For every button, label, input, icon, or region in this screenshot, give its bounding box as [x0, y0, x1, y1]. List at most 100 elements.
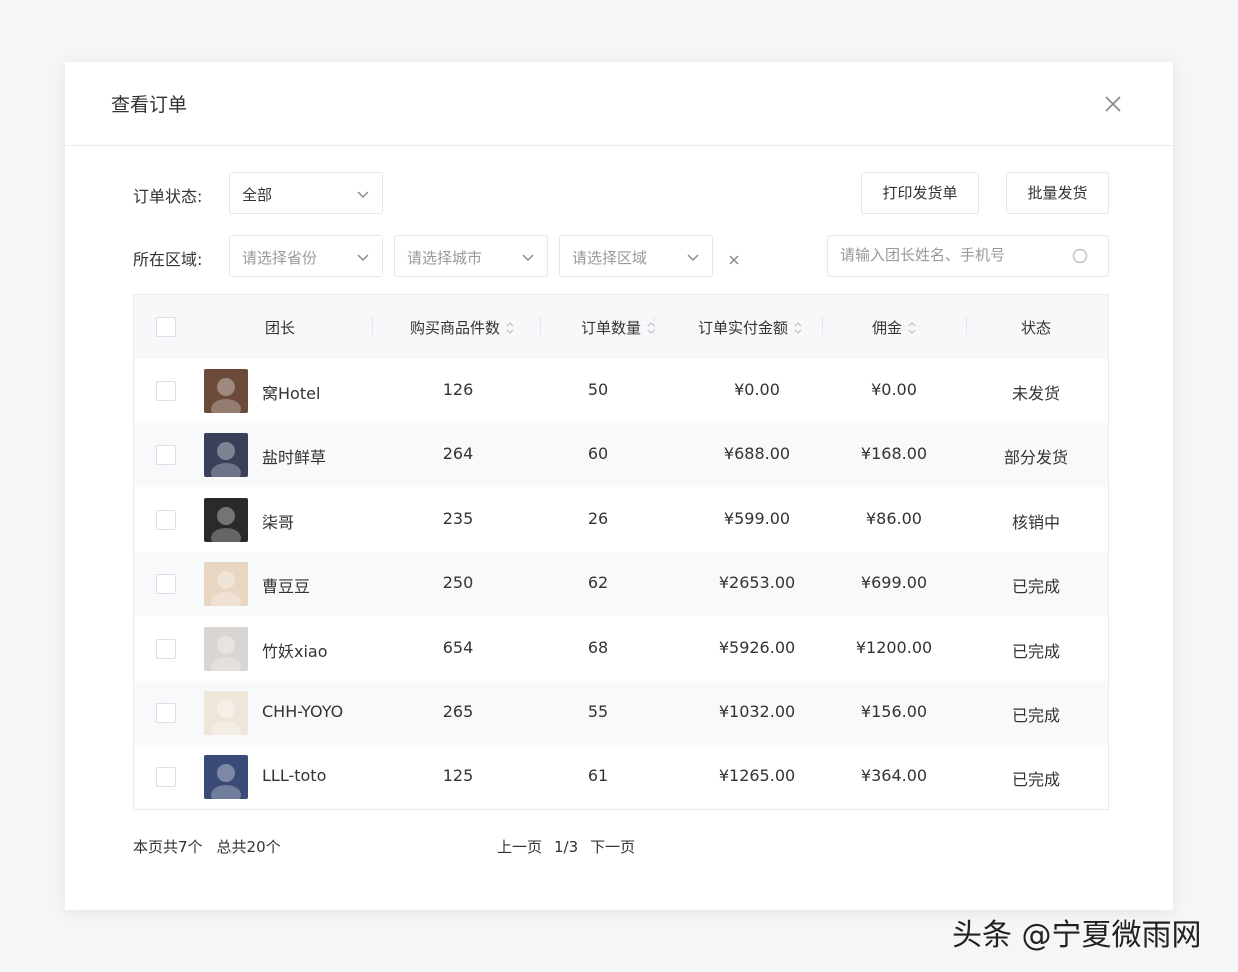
items-count: 125: [442, 766, 474, 786]
leader-name: CHH-YOYO: [262, 702, 344, 721]
leader-name: 窝Hotel: [262, 384, 321, 403]
table-row: 竹妖xiao 654 68 ¥5926.00 ¥1200.00 已完成: [134, 617, 1108, 681]
orders-count: 61: [587, 766, 609, 786]
avatar: [204, 369, 248, 413]
commission-amount: ¥156.00: [860, 702, 928, 721]
watermark: 头条 @宁夏微雨网: [952, 918, 1202, 953]
avatar: [204, 433, 248, 478]
page-count: 本页共7个: [133, 838, 203, 856]
table-row: LLL-toto 125 61 ¥1265.00 ¥364.00 已完成: [134, 745, 1108, 809]
row-checkbox[interactable]: [156, 638, 176, 659]
avatar: [204, 626, 248, 671]
column-divider: [966, 317, 967, 335]
page-indicator: 1/3: [554, 838, 579, 856]
orders-count: 68: [587, 637, 609, 657]
orders-count: 26: [587, 508, 609, 528]
avatar: [204, 562, 248, 607]
city-select[interactable]: 请选择城市: [394, 235, 548, 277]
print-invoice-button[interactable]: 打印发货单: [861, 172, 979, 214]
paid-amount: ¥0.00: [734, 380, 780, 399]
leader-name: 曹豆豆: [262, 577, 311, 597]
paid-amount: ¥1265.00: [718, 766, 796, 786]
search-icon[interactable]: [1072, 248, 1090, 266]
city-placeholder: 请选择城市: [407, 249, 483, 267]
avatar-image: [204, 626, 248, 671]
column-divider: [540, 317, 541, 335]
row-checkbox[interactable]: [156, 445, 176, 466]
leader-search-input[interactable]: [840, 246, 1060, 264]
paid-amount: ¥1032.00: [718, 702, 796, 721]
header-items[interactable]: 购买商品件数: [392, 317, 532, 338]
total-count: 总共20个: [216, 838, 281, 856]
province-select[interactable]: 请选择省份: [229, 235, 383, 277]
order-status: 已完成: [1011, 706, 1060, 725]
avatar: [204, 755, 248, 800]
avatar-image: [204, 755, 248, 800]
header-leader: 团长: [264, 319, 295, 337]
batch-ship-button[interactable]: 批量发货: [1006, 172, 1109, 214]
row-checkbox[interactable]: [156, 703, 176, 723]
leader-name: 柒哥: [262, 512, 295, 532]
close-icon[interactable]: [1103, 94, 1123, 114]
header-orders-label: 订单数量: [580, 319, 641, 337]
table-row: 窝Hotel 126 50 ¥0.00 ¥0.00 未发货: [134, 359, 1108, 423]
commission-amount: ¥1200.00: [855, 637, 933, 657]
order-status-label: 订单状态:: [133, 187, 203, 206]
paid-amount: ¥599.00: [723, 508, 791, 528]
avatar-image: [204, 691, 248, 735]
commission-amount: ¥0.00: [871, 380, 917, 399]
leader-name: 盐时鲜草: [262, 448, 327, 468]
orders-count: 62: [587, 573, 609, 593]
avatar-image: [204, 562, 248, 607]
items-count: 265: [442, 702, 474, 721]
avatar-image: [204, 369, 248, 413]
next-page-button[interactable]: 下一页: [590, 838, 635, 856]
items-count: 264: [442, 444, 474, 464]
order-status: 核销中: [1011, 512, 1060, 532]
order-status-select[interactable]: 全部: [229, 172, 383, 214]
row-checkbox[interactable]: [156, 509, 176, 530]
paid-amount: ¥5926.00: [718, 637, 796, 657]
order-status: 已完成: [1011, 641, 1060, 661]
header-orders[interactable]: 订单数量: [548, 317, 688, 338]
table-row: 曹豆豆 250 62 ¥2653.00 ¥699.00 已完成: [134, 552, 1108, 617]
order-status-value: 全部: [242, 186, 273, 204]
leader-search-box[interactable]: [827, 235, 1109, 277]
modal-title: 查看订单: [111, 94, 188, 116]
avatar: [204, 691, 248, 735]
row-checkbox[interactable]: [156, 574, 176, 595]
header-amount[interactable]: 订单实付金额: [672, 317, 828, 338]
modal-header: 查看订单: [65, 62, 1173, 146]
sort-icon[interactable]: [506, 322, 514, 334]
sort-icon[interactable]: [794, 322, 802, 334]
commission-amount: ¥699.00: [860, 573, 928, 593]
order-modal: 查看订单 订单状态: 全部 打印发货单 批量发货 所在区域: 请选择省份 请选择…: [65, 62, 1173, 910]
order-status: 已完成: [1011, 577, 1060, 597]
header-commission[interactable]: 佣金: [834, 317, 954, 338]
chevron-down-icon: [357, 191, 369, 198]
region-label: 所在区域:: [133, 250, 203, 269]
commission-amount: ¥86.00: [866, 508, 922, 528]
district-placeholder: 请选择区域: [572, 249, 648, 267]
column-divider: [372, 317, 373, 335]
column-divider: [822, 317, 823, 335]
row-checkbox[interactable]: [156, 767, 176, 788]
items-count: 654: [442, 637, 474, 657]
header-amount-label: 订单实付金额: [697, 319, 788, 337]
header-status: 状态: [1020, 319, 1051, 337]
prev-page-button[interactable]: 上一页: [497, 838, 542, 856]
district-select[interactable]: 请选择区域: [559, 235, 713, 277]
avatar-image: [204, 433, 248, 478]
select-all-checkbox[interactable]: [156, 317, 176, 337]
clear-region-icon[interactable]: [727, 252, 741, 266]
table-header: 团长 购买商品件数 订单数量 订单实付金额 佣金 状态: [134, 295, 1108, 359]
province-placeholder: 请选择省份: [242, 249, 318, 267]
order-status: 已完成: [1011, 770, 1060, 790]
pagination: 上一页 1/3 下一页: [497, 836, 647, 857]
sort-icon[interactable]: [908, 322, 916, 334]
orders-count: 50: [587, 380, 609, 399]
row-checkbox[interactable]: [156, 381, 176, 401]
commission-amount: ¥168.00: [860, 444, 928, 464]
order-status: 未发货: [1011, 384, 1060, 403]
table-row: CHH-YOYO 265 55 ¥1032.00 ¥156.00 已完成: [134, 681, 1108, 745]
